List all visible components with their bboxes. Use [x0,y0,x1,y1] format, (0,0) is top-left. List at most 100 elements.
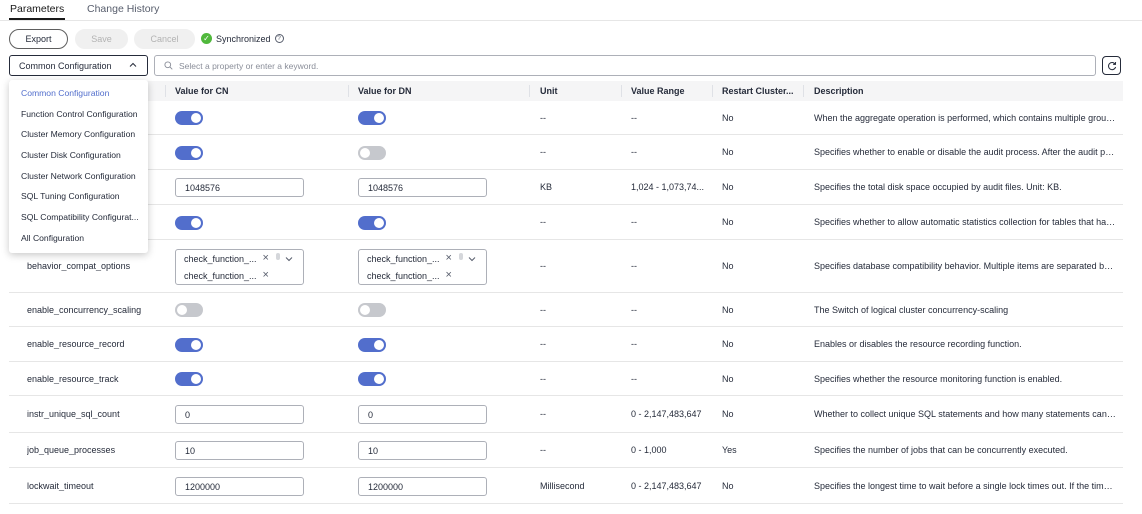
tab-change-history[interactable]: Change History [87,3,159,15]
close-icon[interactable]: × [446,270,452,281]
dropdown-option[interactable]: SQL Compatibility Configurat... [21,212,143,222]
parameter-name: enable_resource_track [27,374,119,384]
cn-value-input[interactable]: 1200000 [175,477,304,496]
parameter-name: enable_concurrency_scaling [27,305,142,315]
selected-tag: check_function_... × [184,270,269,281]
dropdown-option[interactable]: Cluster Disk Configuration [21,150,143,160]
dn-toggle-switch[interactable] [358,111,386,125]
close-icon[interactable]: × [446,253,452,264]
description-cell: Specifies the number of jobs that can be… [814,445,1068,455]
cn-toggle-switch[interactable] [175,111,203,125]
column-divider [803,85,804,97]
scrollbar[interactable] [276,253,280,260]
restart-cell: No [722,182,734,192]
dn-value-input[interactable]: 1200000 [358,477,487,496]
restart-cell: Yes [722,445,737,455]
dropdown-option[interactable]: All Configuration [21,233,143,243]
table-row: 1048576 1048576 KB 1,024 - 1,073,74... No Spe… [9,170,1123,205]
save-button[interactable]: Save [75,29,128,49]
search-icon [164,61,173,70]
cancel-button[interactable]: Cancel [134,29,195,49]
value-range-cell: -- [631,261,637,271]
tab-parameters[interactable]: Parameters [8,3,66,20]
close-icon[interactable]: × [263,270,269,281]
description-cell: Specifies the total disk space occupied … [814,182,1062,192]
restart-cell: No [722,217,734,227]
dn-multi-select[interactable]: check_function_... × check_function_... × [358,249,487,285]
chevron-down-icon[interactable] [285,256,293,262]
refresh-button[interactable] [1102,56,1121,75]
search-box[interactable] [154,55,1096,76]
cn-toggle-switch[interactable] [175,216,203,230]
dn-toggle-switch[interactable] [358,146,386,160]
value-range-cell: -- [631,339,637,349]
dn-value-input[interactable]: 10 [358,441,487,460]
table-row: -- -- No When the aggregate operation is pe… [9,101,1123,135]
tag-label: check_function_... [367,270,440,281]
restart-cell: No [722,374,734,384]
parameter-name: job_queue_processes [27,445,116,455]
unit-cell: -- [540,147,546,157]
dn-toggle-switch[interactable] [358,338,386,352]
dn-value-input[interactable]: 0 [358,405,487,424]
value-range-cell: -- [631,217,637,227]
export-button[interactable]: Export [9,29,68,49]
table-row: enable_resource_track -- -- No Specifies whe… [9,362,1123,396]
column-divider [165,85,166,97]
search-input[interactable] [179,60,1079,71]
dropdown-option[interactable]: Cluster Memory Configuration [21,129,143,139]
cn-toggle-switch[interactable] [175,338,203,352]
dropdown-option[interactable]: Cluster Network Configuration [21,171,143,181]
dropdown-option[interactable]: SQL Tuning Configuration [21,191,143,201]
unit-cell: -- [540,409,546,419]
header-dn: Value for DN [358,86,412,96]
cn-toggle-switch[interactable] [175,146,203,160]
table-row: enable_concurrency_scaling -- -- No The Swit… [9,293,1123,327]
restart-cell: No [722,147,734,157]
description-cell: The Switch of logical cluster concurrenc… [814,305,1009,315]
dn-toggle-switch[interactable] [358,303,386,317]
parameter-name: instr_unique_sql_count [27,409,120,419]
question-icon[interactable]: ? [274,34,284,43]
table-row: -- -- No Specifies whether to allow automat… [9,205,1123,240]
chevron-down-icon[interactable] [468,256,476,262]
cn-value-input[interactable]: 1048576 [175,178,304,197]
dn-toggle-switch[interactable] [358,216,386,230]
cn-value-input[interactable]: 0 [175,405,304,424]
parameter-name: behavior_compat_options [27,261,131,271]
value-range-cell: -- [631,305,637,315]
header-restart: Restart Cluster... [722,86,794,96]
cn-toggle-switch[interactable] [175,372,203,386]
chevron-up-icon [129,62,137,67]
dn-toggle-switch[interactable] [358,372,386,386]
table-header: Value for CN Value for DN Unit Value Ran… [9,81,1123,101]
table-row: -- -- No Specifies whether to enable or dis… [9,135,1123,170]
scrollbar[interactable] [459,253,463,260]
table-row: enable_resource_record -- -- No Enables or d… [9,327,1123,362]
unit-cell: -- [540,305,546,315]
value-range-cell: 0 - 1,000 [631,445,667,455]
config-category-select[interactable]: Common Configuration [9,55,148,76]
unit-cell: KB [540,182,553,192]
description-cell: Specifies whether to allow automatic sta… [814,217,1116,227]
value-range-cell: -- [631,113,637,123]
restart-cell: No [722,305,734,315]
selected-tag: check_function_... × [367,270,452,281]
description-cell: Whether to collect unique SQL statements… [814,409,1116,419]
selected-tag: check_function_... × [367,253,452,264]
table-row: instr_unique_sql_count 0 0 -- 0 - 2,147,483,… [9,396,1123,433]
header-unit: Unit [540,86,558,96]
dropdown-option[interactable]: Function Control Configuration [21,109,143,119]
column-divider [712,85,713,97]
cn-value-input[interactable]: 10 [175,441,304,460]
dn-value-input[interactable]: 1048576 [358,178,487,197]
unit-cell: -- [540,217,546,227]
cn-multi-select[interactable]: check_function_... × check_function_... × [175,249,304,285]
close-icon[interactable]: × [263,253,269,264]
config-category-selected: Common Configuration [19,60,112,71]
cn-toggle-switch[interactable] [175,303,203,317]
dropdown-option[interactable]: Common Configuration [21,88,143,98]
restart-cell: No [722,339,734,349]
column-divider [529,85,530,97]
value-range-cell: 1,024 - 1,073,74... [631,182,705,192]
